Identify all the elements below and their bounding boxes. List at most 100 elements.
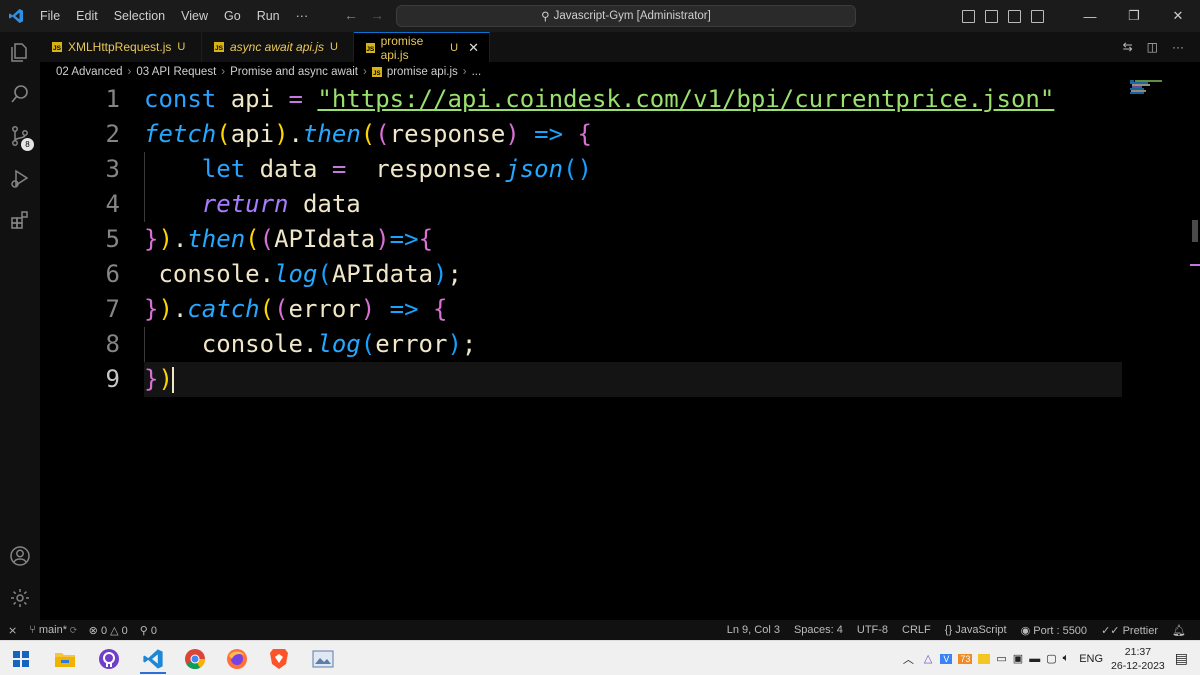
settings-gear-icon[interactable] — [8, 586, 32, 610]
code-token: ( — [274, 295, 289, 323]
tray-display-icon[interactable]: ▭ — [996, 652, 1006, 665]
live-server-port[interactable]: ◉ Port : 5500 — [1021, 624, 1088, 637]
code-token: ) — [375, 225, 390, 253]
code-token: { — [433, 295, 448, 323]
indentation[interactable]: Spaces: 4 — [794, 624, 843, 636]
customize-layout-icon[interactable] — [1031, 9, 1044, 23]
extensions-icon[interactable] — [8, 208, 32, 232]
tab-label: promise api.js — [380, 33, 424, 62]
menu-item[interactable]: Edit — [68, 9, 106, 23]
restore-button[interactable]: ❐ — [1112, 8, 1156, 24]
breadcrumb-item[interactable]: 03 API Request — [136, 66, 216, 78]
minimap[interactable] — [1128, 80, 1188, 94]
cursor-position[interactable]: Ln 9, Col 3 — [727, 624, 780, 636]
line-number: 5 — [105, 225, 120, 253]
prettier-status[interactable]: ✓✓ Prettier — [1101, 624, 1158, 637]
code-token: error — [375, 330, 448, 358]
tray-triangle-icon[interactable]: △ — [924, 652, 932, 665]
github-desktop-icon[interactable] — [88, 643, 130, 674]
tab-promise-api[interactable]: JS promise api.js U ✕ — [354, 32, 490, 62]
more-actions-icon[interactable]: ··· — [1172, 40, 1184, 54]
search-icon: ⚲ — [541, 11, 550, 23]
code-token: console. — [144, 260, 275, 288]
prettier-label: Prettier — [1122, 624, 1159, 637]
code-token: return — [201, 190, 289, 218]
breadcrumb-item[interactable]: ... — [472, 66, 482, 78]
notifications-bell-icon[interactable]: 🔔︎ — [1172, 624, 1186, 637]
code-editor[interactable]: 1 const api = "https://api.coindesk.com/v… — [40, 82, 1190, 620]
close-tab-icon[interactable]: ✕ — [468, 40, 479, 56]
problems-status[interactable]: ⊗ 0 △ 0 — [89, 624, 128, 637]
menu-item[interactable]: Run — [249, 9, 288, 23]
clock[interactable]: 21:37 26-12-2023 — [1111, 645, 1165, 673]
explorer-icon[interactable] — [8, 40, 32, 64]
image-viewer-icon[interactable] — [302, 643, 344, 674]
tray-window-icon[interactable]: ▣ — [1013, 652, 1023, 665]
code-token: api — [230, 120, 275, 148]
chrome-icon[interactable] — [174, 643, 216, 674]
code-token: ) — [360, 295, 376, 323]
toggle-panel-icon[interactable] — [985, 9, 998, 23]
toggle-secondary-sidebar-icon[interactable] — [1008, 9, 1021, 23]
code-line: 7}).catch((error) => { — [40, 292, 1140, 327]
branch-status[interactable]: ⑂ main* ⟳ — [29, 624, 76, 636]
brave-icon[interactable] — [258, 643, 300, 674]
temperature-badge[interactable]: 73 — [958, 653, 973, 664]
encoding[interactable]: UTF-8 — [857, 624, 888, 636]
code-token: = — [288, 85, 303, 113]
menu-item[interactable]: Go — [216, 9, 249, 23]
code-token: ; — [447, 260, 462, 288]
toggle-primary-sidebar-icon[interactable] — [962, 9, 975, 23]
input-language[interactable]: ENG — [1079, 653, 1103, 665]
show-hidden-icons-icon[interactable]: ︿ — [903, 651, 914, 667]
breadcrumb-item[interactable]: Promise and async await — [230, 66, 358, 78]
sync-icon: ⟳ — [70, 624, 77, 636]
code-token: ( — [360, 120, 376, 148]
scrollbar-thumb[interactable] — [1192, 220, 1198, 242]
windows-start-icon[interactable] — [0, 643, 42, 674]
breadcrumb-item[interactable]: promise api.js — [387, 66, 458, 78]
battery-icon[interactable]: ▬ — [1029, 653, 1040, 665]
run-debug-icon[interactable] — [8, 166, 32, 190]
chevron-right-icon: › — [127, 66, 132, 78]
code-text: fetch(api).then((response) => { — [144, 117, 592, 152]
window-title: Javascript-Gym [Administrator] — [553, 10, 711, 22]
search-icon[interactable] — [8, 82, 32, 106]
code-token: const — [144, 85, 217, 113]
tray-vpn-icon[interactable]: V — [940, 653, 953, 664]
menu-item[interactable]: ··· — [288, 9, 317, 23]
breadcrumb-item[interactable]: 02 Advanced — [56, 66, 123, 78]
js-file-icon: JS — [371, 67, 382, 77]
menu-item[interactable]: View — [173, 9, 216, 23]
minimize-button[interactable]: — — [1068, 9, 1112, 24]
code-line: 8 console.log(error); — [40, 327, 1140, 362]
split-editor-icon[interactable]: ◫ — [1147, 40, 1158, 54]
language-mode[interactable]: {} JavaScript — [945, 624, 1007, 636]
ports-status[interactable]: ⚲ 0 — [140, 624, 157, 637]
back-arrow-icon[interactable]: ← — [344, 7, 358, 23]
file-explorer-icon[interactable] — [44, 643, 86, 674]
firefox-icon[interactable] — [216, 643, 258, 674]
line-number: 9 — [105, 365, 120, 393]
error-count: 0 — [100, 624, 108, 637]
vscode-taskbar-icon[interactable] — [132, 643, 174, 674]
line-ending[interactable]: CRLF — [902, 624, 931, 636]
command-center-search[interactable]: ⚲ Javascript-Gym [Administrator] — [396, 5, 856, 27]
tab-async-await-api[interactable]: JS async await api.js U — [202, 32, 354, 62]
compare-changes-icon[interactable]: ⇆ — [1123, 40, 1133, 54]
close-button[interactable]: ✕ — [1156, 8, 1200, 24]
menu-item[interactable]: File — [32, 9, 68, 23]
network-icon[interactable]: ▢ — [1046, 652, 1056, 665]
volume-icon[interactable]: 🔈︎ — [1063, 652, 1070, 665]
remote-icon[interactable]: ⨯ — [8, 624, 17, 637]
menu-item[interactable]: Selection — [106, 9, 173, 23]
code-line: 3 let data = response.json() — [40, 152, 1140, 187]
editor-tab-bar: JS XMLHttpRequest.js U JS async await ap… — [40, 32, 1200, 62]
tab-xmlhttprequest[interactable]: JS XMLHttpRequest.js U — [40, 32, 202, 62]
accounts-icon[interactable] — [8, 544, 32, 568]
forward-arrow-icon[interactable]: → — [370, 7, 384, 23]
tray-app-icon[interactable] — [978, 653, 991, 664]
tab-status: U — [177, 41, 186, 53]
notification-center-icon[interactable]: ▤ — [1175, 650, 1188, 667]
